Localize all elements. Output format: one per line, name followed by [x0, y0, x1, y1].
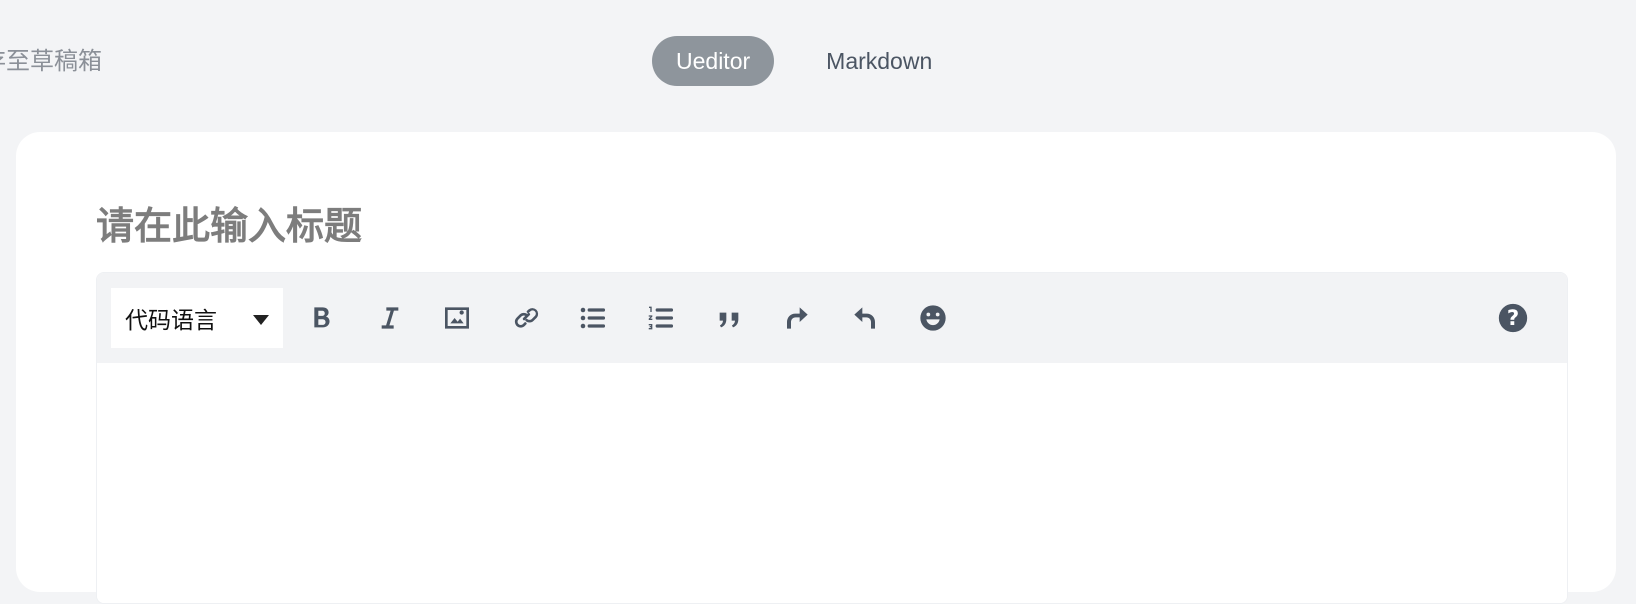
chevron-down-icon [253, 315, 269, 325]
editor-content-area[interactable] [97, 363, 1567, 603]
italic-button[interactable] [363, 292, 415, 344]
link-icon [514, 308, 539, 328]
undo-button[interactable] [839, 292, 891, 344]
ordered-list-icon [648, 306, 673, 330]
image-icon [445, 307, 469, 329]
undo-icon [854, 307, 875, 329]
svg-text:?: ? [1507, 306, 1519, 331]
emoji-button[interactable] [907, 292, 959, 344]
link-button[interactable] [499, 292, 551, 344]
top-bar: 存至草稿箱 Ueditor Markdown [0, 0, 1636, 124]
code-language-label: 代码语言 [125, 308, 217, 334]
unordered-list-icon [580, 307, 605, 329]
redo-button[interactable] [771, 292, 823, 344]
quote-button[interactable] [703, 292, 755, 344]
bold-icon [314, 307, 330, 328]
rich-text-editor: 代码语言 ? [96, 272, 1568, 604]
help-button[interactable]: ? [1487, 292, 1539, 344]
title-input[interactable] [96, 196, 1196, 256]
save-to-draft-link[interactable]: 存至草稿箱 [0, 44, 102, 78]
editor-card: 代码语言 [16, 132, 1616, 604]
quote-icon [719, 312, 739, 328]
editor-mode-switch: Ueditor Markdown [652, 36, 956, 86]
editor-toolbar: 代码语言 ? [97, 273, 1567, 363]
image-button[interactable] [431, 292, 483, 344]
mode-tab-markdown[interactable]: Markdown [802, 36, 956, 86]
ordered-list-button[interactable] [635, 292, 687, 344]
redo-icon [787, 307, 808, 329]
bold-button[interactable] [295, 292, 347, 344]
help-icon: ? [1498, 303, 1528, 333]
mode-tab-ueditor[interactable]: Ueditor [652, 36, 775, 86]
italic-icon [381, 307, 399, 329]
unordered-list-button[interactable] [567, 292, 619, 344]
code-language-select[interactable]: 代码语言 [111, 288, 283, 348]
emoji-icon [920, 305, 946, 331]
